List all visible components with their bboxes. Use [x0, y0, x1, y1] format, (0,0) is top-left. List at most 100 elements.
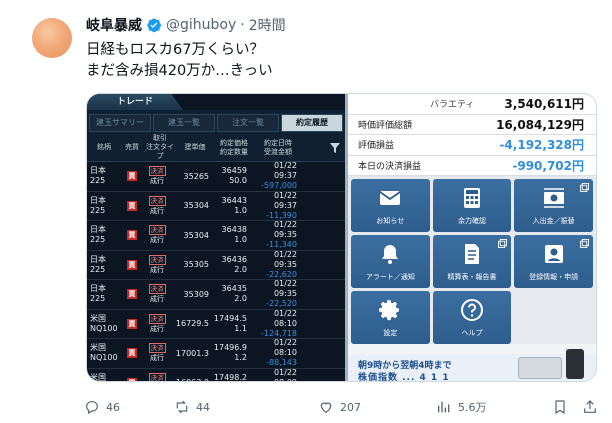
share-icon	[584, 400, 596, 413]
calculator-icon	[463, 188, 480, 208]
order-type-cell: 決済成行	[143, 225, 171, 245]
fill-datetime: 01/22 08:10	[273, 338, 297, 358]
views-button[interactable]: 5.6万	[436, 397, 487, 417]
external-link-icon	[579, 239, 589, 248]
trade-rows: 日本225 買決済 成行 35265 36459 50.0 01/22 09:37 -597,…	[87, 161, 345, 381]
fill-qty: 1.1	[234, 323, 247, 333]
bookmark-icon	[555, 400, 565, 415]
banner-subtext: 株価指数 ... 4 1 1	[358, 373, 450, 381]
tweet-media[interactable]: トレード 建玉サマリー 建玉一覧 注文一覧 約定履歴 銘柄 売買 取引 注文タイ…	[86, 93, 597, 382]
separator: ·	[240, 17, 245, 33]
order-type-cell: 決済成行	[143, 372, 171, 381]
tile-balance: 余力確認	[432, 179, 512, 232]
date-cell: 01/22 09:37 -11,390	[251, 191, 301, 221]
settle-amount: -11,390	[266, 210, 297, 220]
instrument-name: 日本225	[90, 195, 106, 215]
fill-datetime: 01/22 09:35	[273, 249, 297, 269]
bookmark-button[interactable]	[552, 397, 568, 417]
trade-row: 日本225 買決済 成行 35309 36435 2.0 01/22 09:35 -22,52…	[87, 279, 345, 310]
date-cell: 01/22 09:37 -597,000	[251, 161, 301, 191]
tile-label: 入出金／振替	[532, 217, 575, 225]
fill-price: 17498.2	[213, 372, 247, 381]
side-cell: 買	[121, 289, 143, 300]
fill-datetime: 01/22 08:09	[273, 367, 297, 381]
gear-icon	[379, 300, 400, 321]
views-icon	[438, 401, 450, 413]
reply-count: 46	[106, 400, 120, 414]
fill-cell: 36438 1.0	[213, 225, 251, 245]
tile-label: 設定	[383, 329, 398, 337]
timestamp[interactable]: 2時間	[249, 15, 286, 35]
entry-price: 16729.5	[175, 319, 209, 329]
col-header: 建単価	[184, 143, 206, 151]
action-bar: 46 44 207 5.6万	[80, 397, 610, 417]
fill-qty: 1.0	[234, 235, 247, 245]
col-header: 取引 注文タイプ	[146, 134, 174, 160]
instrument-name: 日本225	[90, 284, 106, 304]
tile-settings: 設定	[351, 291, 430, 344]
order-type: 成行	[150, 295, 164, 304]
fill-datetime: 01/22 08:10	[273, 308, 297, 328]
account-screenshot: バラエティ 3,540,611円 時価評価総額 16,084,129円 評価損益…	[348, 94, 596, 381]
summary-row: 評価損益 -4,192,328円	[348, 135, 596, 156]
summary-row: 時価評価総額 16,084,129円	[348, 115, 596, 135]
entry-price: 17001.3	[175, 348, 209, 358]
fill-qty: 1.0	[234, 205, 247, 215]
subtab: 建玉サマリー	[89, 114, 151, 132]
money-transfer-icon	[543, 188, 564, 208]
fill-cell: 17498.21.1	[213, 373, 251, 381]
repost-count: 44	[196, 400, 210, 414]
summary-value: -4,192,328円	[499, 138, 584, 153]
trade-row: 日本225 買決済 成行 35304 36438 1.0 01/22 09:35 -11,34…	[87, 220, 345, 251]
help-icon	[460, 299, 483, 321]
display-name[interactable]: 岐阜暴威	[86, 15, 142, 35]
views-count: 5.6万	[458, 401, 487, 414]
instrument-name: 日本225	[90, 225, 106, 245]
handle[interactable]: @gihuboy	[166, 17, 236, 33]
instrument-name: 米国 NQ100	[90, 372, 106, 381]
subtab: 注文一覧	[217, 114, 279, 132]
fill-price: 36443	[221, 195, 247, 205]
reply-button[interactable]: 46	[84, 397, 120, 417]
side-cell: 買	[121, 200, 143, 211]
settle-tag: 決済	[148, 166, 166, 177]
share-button[interactable]	[582, 397, 598, 417]
fill-price: 36436	[221, 254, 247, 264]
order-type: 成行	[150, 206, 164, 215]
instrument-name: 日本225	[90, 166, 106, 186]
trade-row: 日本225 買決済 成行 35304 36443 1.0 01/22 09:37 -11,39…	[87, 191, 345, 221]
repost-button[interactable]: 44	[174, 397, 210, 417]
bell-icon	[382, 245, 399, 264]
tile-alert: アラート／通知	[351, 235, 430, 288]
menu-grid: お知らせ 余力確認 入出金／振替 アラート／通知 精算表・報告書 登録情報・申請…	[348, 176, 596, 344]
trade-row: 日本225 買決済 成行 35305 36436 2.0 01/22 09:35 -22,62…	[87, 249, 345, 280]
summary-value: 3,540,611円	[504, 97, 584, 112]
instrument-name: 日本225	[90, 254, 106, 274]
like-button[interactable]: 207	[318, 397, 361, 417]
trade-header-tab: トレード	[87, 94, 183, 110]
verified-badge-icon	[147, 18, 161, 33]
fill-qty: 2.0	[234, 294, 247, 304]
repost-icon	[176, 400, 188, 414]
summary-value: -990,702円	[512, 158, 584, 173]
tile-help: ヘルプ	[432, 291, 512, 344]
instrument-name: 米国 NQ100	[90, 343, 118, 363]
date-cell: 01/22 08:10 -124,718	[251, 309, 301, 339]
heart-icon	[320, 402, 332, 414]
external-link-icon	[498, 239, 508, 248]
settle-tag: 決済	[148, 254, 166, 265]
summary-value: 16,084,129円	[496, 117, 584, 132]
avatar[interactable]	[32, 18, 72, 58]
entry-price: 35304	[183, 230, 209, 240]
buy-badge: 買	[127, 259, 137, 270]
account-summary: バラエティ 3,540,611円 時価評価総額 16,084,129円 評価損益…	[348, 94, 596, 176]
col-header: 約定日時 受渡金額	[264, 138, 292, 156]
tile-profile: 登録情報・申請	[514, 235, 593, 288]
fill-qty: 50.0	[229, 176, 247, 186]
entry-price: 16863.0	[171, 378, 213, 381]
date-cell: 01/22 08:10 -88,143	[251, 338, 301, 368]
tile-label: お知らせ	[376, 217, 405, 225]
summary-label: 評価損益	[358, 141, 395, 152]
subtab-bar: 建玉サマリー 建玉一覧 注文一覧 約定履歴	[87, 110, 345, 134]
settle-tag: 決済	[148, 195, 166, 206]
